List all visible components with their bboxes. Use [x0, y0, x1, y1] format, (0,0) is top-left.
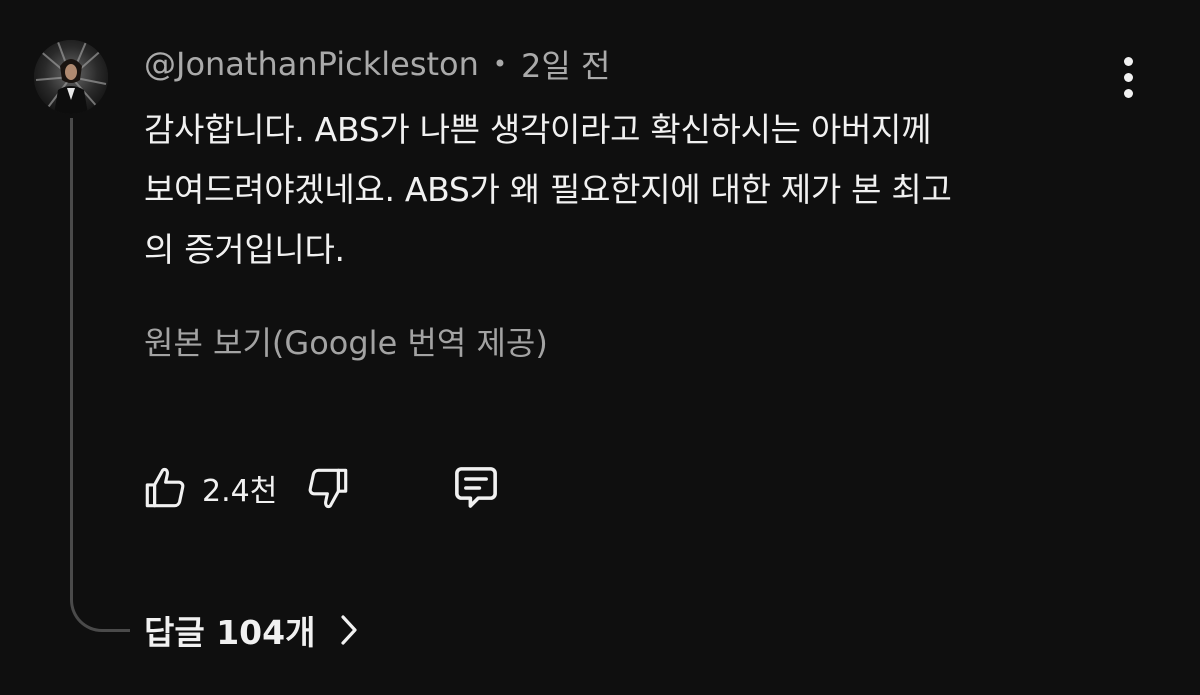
- avatar-image: [34, 40, 108, 114]
- like-count: 2.4천: [202, 474, 278, 509]
- more-vertical-icon: [1123, 56, 1133, 66]
- replies-count-label: 답글 104개: [144, 613, 316, 652]
- comment-reply-icon: [455, 467, 498, 508]
- reply-button[interactable]: [449, 461, 503, 515]
- more-options-button[interactable]: [1108, 52, 1148, 102]
- more-vertical-icon-dot: [1123, 88, 1133, 98]
- comment-text-line: 보여드려야겠네요. ABS가 왜 필요한지에 대한 제가 본 최고: [144, 170, 952, 209]
- user-avatar[interactable]: [34, 40, 108, 114]
- like-button[interactable]: [140, 463, 190, 513]
- comment-timestamp[interactable]: 2일 전: [521, 41, 610, 87]
- comment-thread: @JonathanPickleston • 2일 전 감사합니다. ABS가 나…: [0, 0, 1200, 695]
- chevron-right-icon: [337, 613, 361, 647]
- comment-action-bar: 2.4천: [140, 458, 503, 518]
- view-replies-button[interactable]: 답글 104개: [144, 604, 361, 656]
- dislike-button[interactable]: [303, 463, 353, 513]
- comment-text: 감사합니다. ABS가 나쁜 생각이라고 확신하시는 아버지께 보여드려야겠네요…: [144, 100, 1124, 280]
- header-separator: •: [492, 50, 508, 78]
- thumbs-down-icon: [308, 468, 348, 509]
- see-original-link[interactable]: 원본 보기(Google 번역 제공): [144, 318, 548, 368]
- comment-header: @JonathanPickleston • 2일 전: [144, 42, 610, 86]
- author-name[interactable]: @JonathanPickleston: [144, 45, 479, 83]
- more-vertical-icon-dot: [1123, 72, 1133, 82]
- comment-text-line: 의 증거입니다.: [144, 230, 345, 269]
- reply-thread-line: [70, 118, 130, 632]
- comment-text-line: 감사합니다. ABS가 나쁜 생각이라고 확신하시는 아버지께: [144, 110, 932, 149]
- thumbs-up-icon: [145, 467, 185, 508]
